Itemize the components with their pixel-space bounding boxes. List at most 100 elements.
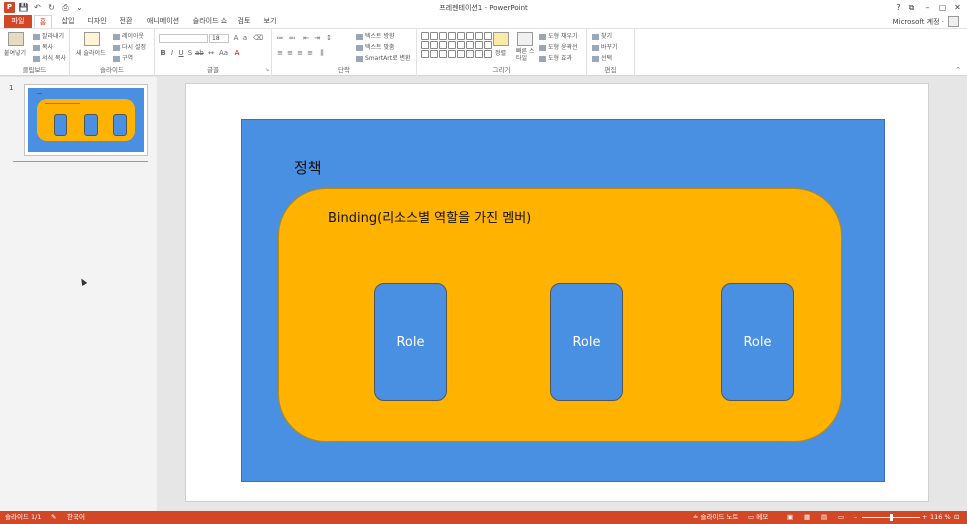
justify-icon[interactable]: ≡ — [306, 50, 314, 57]
slide-thumbnail-panel[interactable]: 1 — [0, 77, 157, 511]
shape-effects-button[interactable]: 도형 효과 — [539, 53, 572, 62]
arrange-button[interactable]: 정렬 — [495, 48, 506, 57]
tab-insert[interactable]: 삽입 — [58, 15, 78, 28]
zoom-in-icon[interactable]: + — [922, 511, 927, 524]
shape-item[interactable] — [448, 50, 456, 58]
shape-item[interactable] — [466, 41, 474, 49]
copy-button[interactable]: 복사 — [33, 42, 53, 51]
align-right-icon[interactable]: ≡ — [296, 50, 304, 57]
shape-item[interactable] — [475, 41, 483, 49]
shape-item[interactable] — [466, 50, 474, 58]
shape-item[interactable] — [484, 50, 492, 58]
notes-button[interactable]: ≐ 슬라이드 노트 — [693, 511, 738, 524]
shape-item[interactable] — [448, 32, 456, 40]
font-name-dropdown[interactable] — [159, 34, 208, 43]
font-color-icon[interactable]: A — [233, 50, 241, 57]
role-box-1[interactable]: Role — [374, 283, 447, 401]
change-case-icon[interactable]: Aa — [219, 50, 228, 57]
comments-button[interactable]: ▭ 메모 — [748, 511, 768, 524]
shape-item[interactable] — [439, 50, 447, 58]
tab-slideshow[interactable]: 슬라이드 쇼 — [190, 15, 230, 28]
align-left-icon[interactable]: ≡ — [276, 50, 284, 57]
bullets-icon[interactable]: ≔ — [276, 35, 284, 42]
tab-view[interactable]: 보기 — [261, 15, 279, 28]
shape-fill-button[interactable]: 도형 채우기 — [539, 31, 578, 40]
align-text-button[interactable]: 텍스트 맞춤 — [356, 42, 395, 51]
columns-icon[interactable]: ⫼ — [318, 50, 326, 57]
cut-button[interactable]: 잘라내기 — [33, 31, 64, 40]
account-label[interactable]: Microsoft 계정 · — [893, 17, 944, 27]
italic-icon[interactable]: I — [168, 50, 176, 57]
bold-icon[interactable]: B — [159, 50, 167, 57]
tab-transitions[interactable]: 전환 — [116, 15, 136, 28]
binding-label[interactable]: Binding(리소스별 역할을 가진 멤버) — [328, 207, 531, 226]
line-spacing-icon[interactable]: ↕ — [325, 35, 333, 42]
help-icon[interactable]: ? — [893, 2, 904, 13]
powerpoint-app-icon[interactable]: P — [4, 2, 15, 13]
shape-item[interactable] — [457, 50, 465, 58]
character-spacing-icon[interactable]: ↔ — [207, 50, 215, 57]
role-box-2[interactable]: Role — [550, 283, 623, 401]
avatar[interactable] — [948, 16, 959, 27]
align-center-icon[interactable]: ≡ — [286, 50, 294, 57]
shape-item[interactable] — [448, 41, 456, 49]
spell-check-icon[interactable]: ✎ — [51, 511, 56, 524]
shape-item[interactable] — [457, 32, 465, 40]
shape-item[interactable] — [439, 41, 447, 49]
shape-item[interactable] — [430, 41, 438, 49]
reading-view-icon[interactable]: ▤ — [821, 511, 827, 524]
collapse-ribbon-icon[interactable]: ⌃ — [954, 67, 962, 74]
slide-thumbnail-1[interactable] — [24, 84, 148, 156]
arrange-icon[interactable] — [493, 32, 509, 46]
section-button[interactable]: 구역 — [113, 53, 133, 62]
shape-item[interactable] — [475, 50, 483, 58]
tab-file[interactable]: 파일 — [4, 15, 32, 28]
text-direction-button[interactable]: 텍스트 방향 — [356, 31, 395, 40]
tab-review[interactable]: 검토 — [235, 15, 253, 28]
clear-format-icon[interactable]: ⌫ — [253, 35, 263, 42]
language-indicator[interactable]: 한국어 — [67, 511, 85, 524]
slideshow-view-icon[interactable]: ▭ — [838, 511, 844, 524]
paste-button[interactable]: 붙여넣기 — [4, 48, 26, 57]
underline-icon[interactable]: U — [177, 50, 185, 57]
shape-item[interactable] — [421, 41, 429, 49]
find-button[interactable]: 찾기 — [592, 31, 612, 40]
shapes-gallery[interactable] — [421, 32, 492, 58]
ribbon-display-options-icon[interactable]: ⧉ — [906, 2, 917, 13]
quick-styles-icon[interactable] — [517, 32, 533, 46]
font-dialog-launcher-icon[interactable]: ↘ — [263, 67, 271, 74]
new-slide-icon[interactable] — [84, 32, 100, 46]
shape-outline-button[interactable]: 도형 윤곽선 — [539, 42, 578, 51]
slide-editing-area[interactable]: 정책 Binding(리소스별 역할을 가진 멤버) Role Role Rol… — [158, 77, 967, 511]
shape-item[interactable] — [439, 32, 447, 40]
shape-item[interactable] — [484, 32, 492, 40]
increase-indent-icon[interactable]: ⇥ — [313, 35, 321, 42]
slide-canvas[interactable]: 정책 Binding(리소스별 역할을 가진 멤버) Role Role Rol… — [186, 84, 928, 501]
zoom-out-icon[interactable]: – — [854, 511, 857, 524]
slide-sorter-view-icon[interactable]: ▦ — [804, 511, 810, 524]
undo-icon[interactable]: ↶ — [32, 2, 43, 13]
shape-item[interactable] — [421, 50, 429, 58]
maximize-button[interactable]: ▢ — [937, 2, 948, 13]
quick-styles-button[interactable]: 빠른 스타일 — [516, 48, 536, 62]
fit-to-window-icon[interactable]: ⊡ — [954, 511, 959, 524]
font-size-dropdown[interactable]: 18 — [209, 34, 229, 43]
normal-view-icon[interactable]: ▣ — [787, 511, 793, 524]
save-icon[interactable]: 💾 — [18, 2, 29, 13]
select-button[interactable]: 선택 — [592, 53, 612, 62]
layout-button[interactable]: 레이아웃 — [113, 31, 144, 40]
decrease-font-icon[interactable]: a — [241, 35, 249, 42]
zoom-level[interactable]: 116 % — [930, 511, 951, 524]
role-box-3[interactable]: Role — [721, 283, 794, 401]
strikethrough-icon[interactable]: ab — [195, 50, 204, 57]
policy-label[interactable]: 정책 — [294, 157, 322, 178]
redo-icon[interactable]: ↻ — [46, 2, 57, 13]
replace-button[interactable]: 바꾸기 — [592, 42, 618, 51]
shape-item[interactable] — [466, 32, 474, 40]
account-area[interactable]: Microsoft 계정 · — [893, 15, 959, 28]
tab-animations[interactable]: 애니메이션 — [142, 15, 184, 28]
shape-item[interactable] — [430, 50, 438, 58]
shape-item[interactable] — [475, 32, 483, 40]
customize-quick-access-icon[interactable]: ⌄ — [74, 2, 85, 13]
tab-home[interactable]: 홈 — [34, 15, 52, 28]
